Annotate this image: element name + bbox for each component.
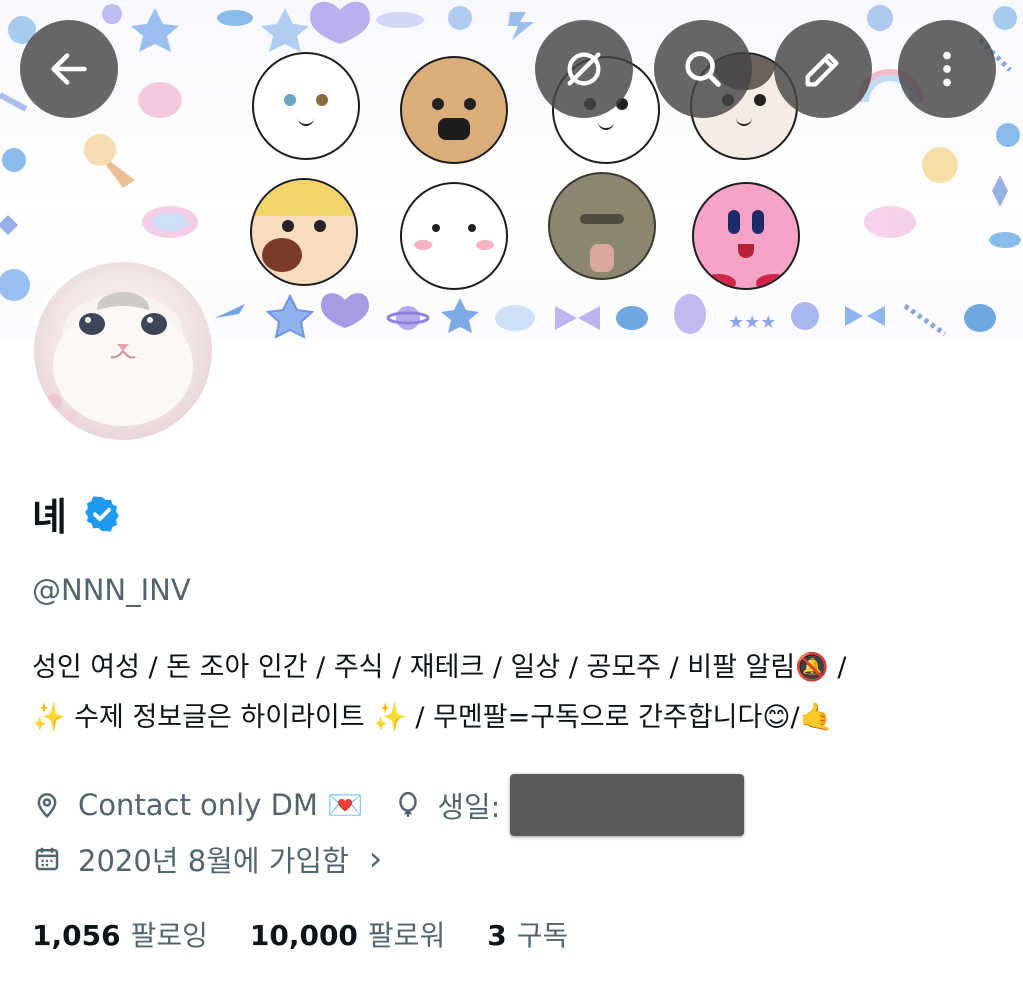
user-handle: @NNN_INV: [32, 573, 191, 607]
bio-line: 성인 여성 / 돈 조아 인간 / 주식 / 재테크 / 일상 / 공모주 / …: [32, 652, 847, 683]
follow-stats: 1,056 팔로잉 10,000 팔로워 3 구독: [32, 914, 610, 954]
bio-line: ✨ 수제 정보글은 하이라이트 ✨ / 무멘팔=구독으로 간주합니다😊/🤙: [32, 702, 834, 733]
search-icon: [685, 51, 721, 87]
more-vertical-icon: [943, 51, 951, 87]
grok-button[interactable]: [535, 20, 633, 118]
subscriptions-count[interactable]: 3: [487, 919, 506, 952]
chihuahua-sticker: [400, 56, 508, 164]
calendar-icon: [35, 847, 59, 871]
chiikawa-sticker: [400, 182, 508, 290]
location-pin-icon: [37, 793, 57, 818]
cat-sticker: [252, 52, 360, 160]
location-row: Contact only DM 💌 생일:: [32, 774, 745, 836]
location-text: Contact only DM 💌: [78, 787, 364, 822]
slash-circle-icon: [567, 52, 601, 86]
following-label[interactable]: 팔로잉: [131, 914, 208, 954]
edit-pencil-icon: [805, 53, 839, 87]
back-arrow-icon: [51, 53, 87, 85]
subscriptions-label[interactable]: 구독: [517, 914, 569, 954]
followers-label[interactable]: 팔로워: [368, 914, 445, 954]
edit-button[interactable]: [774, 20, 872, 118]
display-name: 녜: [32, 495, 68, 539]
chevron-right-icon: ›: [368, 839, 383, 879]
birthday-redaction: [510, 774, 745, 836]
birthday-label: 생일:: [437, 790, 501, 824]
followers-count[interactable]: 10,000: [250, 919, 358, 952]
joined-row[interactable]: 2020년 8월에 가입함 ›: [32, 838, 382, 880]
cat-avatar-image: [42, 292, 193, 428]
svg-text:★★★: ★★★: [728, 312, 776, 333]
profile-avatar[interactable]: [30, 258, 216, 444]
more-options-button[interactable]: [898, 20, 996, 118]
search-button[interactable]: [654, 20, 752, 118]
statue-sticker: [548, 172, 656, 280]
joined-date: 2020년 8월에 가입함: [78, 844, 349, 878]
kirby-sticker: [692, 182, 800, 290]
verified-badge-icon: [85, 495, 119, 532]
shinchan-sticker: [250, 178, 358, 286]
bio: 성인 여성 / 돈 조아 인간 / 주식 / 재테크 / 일상 / 공모주 / …: [32, 643, 992, 743]
back-button[interactable]: [20, 20, 118, 118]
balloon-icon: [399, 791, 418, 817]
following-count[interactable]: 1,056: [32, 919, 121, 952]
